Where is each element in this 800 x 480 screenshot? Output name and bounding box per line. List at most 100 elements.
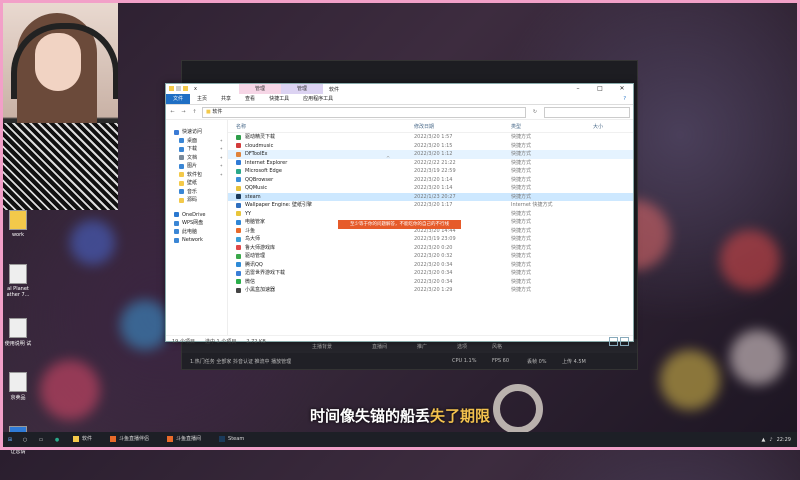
file-date: 2022/3/20 0:34 — [414, 278, 453, 285]
nav-item[interactable]: Network — [166, 236, 227, 245]
desktop-shortcut[interactable]: work — [4, 210, 32, 256]
edge-icon[interactable]: ● — [52, 435, 62, 445]
pin-icon[interactable]: ✦ — [220, 145, 223, 154]
pin-icon[interactable]: ✦ — [220, 154, 223, 163]
desktop-shortcut-label: 使用说明 试 — [4, 341, 32, 347]
desktop-shortcut[interactable]: 京卖品 — [4, 372, 32, 418]
ribbon-tab-shortcut-tools[interactable]: 快捷工具 — [262, 94, 296, 104]
refresh-icon[interactable]: ↻ — [530, 109, 540, 115]
properties-icon[interactable] — [176, 86, 181, 91]
sort-caret-icon[interactable]: ^ — [386, 156, 390, 162]
taskbar-app[interactable]: 软件 — [69, 432, 103, 448]
file-type: 快捷方式 — [511, 185, 532, 191]
nav-item[interactable]: 文档 ✦ — [166, 154, 227, 163]
nav-item[interactable]: 图片 ✦ — [166, 162, 227, 171]
nav-item[interactable]: 软件包 ✦ — [166, 171, 227, 180]
shortcut-icon — [236, 168, 241, 174]
file-row[interactable]: QQMusic 2022/3/20 1:14 快捷方式 — [228, 184, 633, 193]
nav-item-label: 桌面 — [187, 137, 198, 144]
pin-icon[interactable]: ✦ — [220, 162, 223, 171]
ribbon-tab-view[interactable]: 查看 — [238, 94, 262, 104]
help-icon[interactable]: ? — [616, 94, 633, 104]
file-row[interactable]: 驱动管理 2022/3/20 0:32 快捷方式 — [228, 252, 633, 261]
column-header-date[interactable]: 修改日期 — [414, 123, 511, 130]
nav-item-label: 图片 — [187, 163, 198, 169]
file-row[interactable]: 鸟大师 2022/3/19 23:09 快捷方式 — [228, 235, 633, 244]
nav-item-label: 音乐 — [187, 188, 198, 195]
context-tab-manage-app[interactable]: 管理 — [281, 84, 324, 94]
shortcut-icon — [236, 185, 241, 191]
nav-item[interactable]: 此电脑 — [166, 228, 227, 237]
file-row[interactable]: Wallpaper Engine: 壁纸引擎 2022/3/20 1:17 Inte… — [228, 201, 633, 210]
ribbon-tab-home[interactable]: 主页 — [190, 94, 214, 104]
desktop-shortcut[interactable]: al Planet ather 7... — [4, 264, 32, 310]
ribbon-tab-app-tools[interactable]: 应用程序工具 — [296, 94, 340, 104]
context-tab-manage-shortcut[interactable]: 管理 — [239, 84, 282, 94]
column-header-type[interactable]: 类型 — [511, 123, 593, 130]
desktop-shortcut[interactable]: 使用说明 试 — [4, 318, 32, 364]
file-name: 电脑管家 — [245, 219, 266, 225]
taskbar-app[interactable]: 斗鱼直播间 — [163, 432, 212, 448]
file-row[interactable]: 腾讯QQ 2022/3/20 0:34 快捷方式 — [228, 261, 633, 270]
file-row[interactable]: Microsoft Edge 2022/3/19 22:59 快捷方式 — [228, 167, 633, 176]
file-row[interactable]: 驱动精灵下载 2022/3/20 1:57 快捷方式 — [228, 133, 633, 142]
up-arrow-icon[interactable]: ↑ — [191, 109, 198, 115]
ribbon-tab-share[interactable]: 共享 — [214, 94, 238, 104]
task-view-icon[interactable]: ▭ — [36, 435, 46, 445]
desktop-shortcut-label: 京卖品 — [10, 395, 26, 401]
taskbar-app[interactable]: Steam — [215, 432, 255, 448]
file-name: QQBrowser — [245, 176, 274, 183]
nav-item-label: Network — [182, 237, 203, 243]
stat-fps: FPS 60 — [492, 358, 510, 364]
search-icon[interactable]: ○ — [20, 435, 30, 445]
file-row[interactable]: steam 2022/1/23 20:27 快捷方式 — [228, 192, 633, 201]
minimize-button[interactable]: – — [567, 84, 589, 94]
taskbar-app[interactable]: 斗鱼直播伴侣 — [106, 432, 160, 448]
file-row[interactable]: 迅雷世界游戏下载 2022/3/20 0:34 快捷方式 — [228, 269, 633, 278]
nav-item[interactable]: 桌面 ✦ — [166, 137, 227, 146]
windows-start-icon[interactable]: ⊞ — [3, 437, 17, 443]
file-row[interactable]: YY 快捷方式 — [228, 210, 633, 219]
nav-item[interactable]: 源码 — [166, 196, 227, 205]
network-icon[interactable]: ▲ — [762, 437, 766, 443]
clock[interactable]: 22:29 — [777, 437, 791, 443]
large-icons-view-icon[interactable] — [620, 337, 629, 346]
nav-item[interactable]: OneDrive — [166, 211, 227, 220]
new-folder-icon[interactable] — [183, 86, 188, 91]
ribbon-tab-file[interactable]: 文件 — [166, 94, 191, 104]
nav-item[interactable]: 下载 ✦ — [166, 145, 227, 154]
nav-item[interactable]: 快速访问 — [166, 128, 227, 137]
volume-icon[interactable]: ♪ — [769, 437, 772, 443]
forward-arrow-icon[interactable]: → — [180, 109, 187, 115]
file-row[interactable]: cloudmusic 2022/3/20 1:15 快捷方式 — [228, 142, 633, 151]
file-type: 快捷方式 — [511, 261, 532, 268]
details-view-icon[interactable] — [609, 337, 618, 346]
nav-item[interactable]: WPS网盘 — [166, 219, 227, 228]
column-header-size[interactable]: 大小 — [593, 123, 633, 130]
file-row[interactable]: 鲁大师游戏库 2022/3/20 0:20 快捷方式 — [228, 244, 633, 253]
file-type: 快捷方式 — [511, 210, 532, 217]
nav-item[interactable]: 壁纸 — [166, 179, 227, 188]
file-row[interactable]: QQBrowser 2022/3/20 1:14 快捷方式 — [228, 176, 633, 185]
search-input[interactable] — [544, 106, 630, 118]
file-date: 2022/3/20 0:34 — [414, 270, 453, 276]
file-row[interactable]: 微信 2022/3/20 0:34 快捷方式 — [228, 278, 633, 287]
shortcut-icon — [236, 228, 241, 234]
file-type: 快捷方式 — [511, 142, 532, 149]
column-header-name[interactable]: 名称 — [228, 123, 414, 130]
picture-icon — [179, 163, 184, 169]
maximize-button[interactable]: □ — [589, 84, 611, 94]
nav-item[interactable]: 音乐 — [166, 188, 227, 197]
address-bar[interactable]: ■ 软件 — [202, 106, 526, 118]
file-row[interactable]: 小黑盒加速器 2022/3/20 1:29 快捷方式 — [228, 286, 633, 295]
file-row[interactable]: Internet Explorer 2022/2/22 21:22 快捷方式 — [228, 159, 633, 168]
back-arrow-icon[interactable]: ← — [169, 109, 176, 115]
navigation-pane: 快速访问 桌面 ✦ 下载 ✦ 文档 ✦ 图片 ✦ 软件包 ✦ 壁纸 音乐 源码 OneDrive WPS网盘此… — [166, 120, 228, 335]
nav-item-label: 快速访问 — [182, 129, 203, 135]
close-button[interactable]: ✕ — [611, 84, 633, 94]
shortcut-icon — [236, 279, 241, 285]
pin-icon[interactable]: ✦ — [220, 137, 223, 146]
pin-icon[interactable]: ✦ — [220, 171, 223, 180]
stat-cpu: CPU 1.1% — [452, 358, 477, 364]
file-row[interactable]: DFToolEx 2022/3/20 1:12 快捷方式 — [228, 150, 633, 159]
